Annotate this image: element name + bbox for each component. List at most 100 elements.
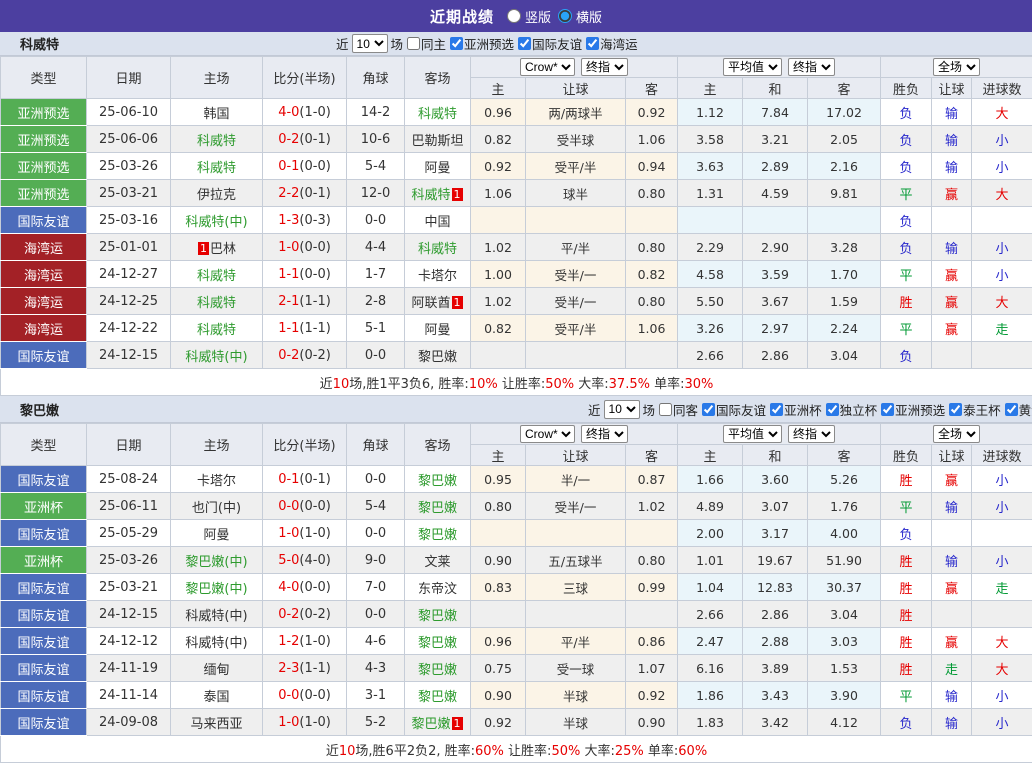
- handicap-line: 受平/半: [526, 153, 626, 180]
- competition-checkbox[interactable]: [770, 403, 783, 416]
- corner-cell: 5-4: [347, 493, 405, 520]
- horizontal-layout-radio[interactable]: [558, 9, 572, 23]
- handicap-home-odds: 0.90: [471, 547, 526, 574]
- competition-filter[interactable]: 泰王杯: [945, 400, 1001, 419]
- home-team-cell: 卡塔尔: [171, 466, 263, 493]
- final-index-select-2[interactable]: 终指: [788, 58, 835, 76]
- bookmaker-select[interactable]: Crow*: [520, 425, 575, 443]
- vertical-layout-radio[interactable]: [507, 9, 521, 23]
- summary-text: 近10场,胜6平2负2, 胜率:60% 让胜率:50% 大率:25% 单率:60…: [1, 736, 1032, 763]
- bookmaker-select[interactable]: Crow*: [520, 58, 575, 76]
- away-team-cell: 黎巴嫩: [405, 493, 471, 520]
- competition-filter[interactable]: 国际友谊: [698, 400, 766, 419]
- fulltime-score: 4-0: [278, 580, 299, 595]
- handicap-home-odds: 0.92: [471, 153, 526, 180]
- summary-stat-label: 大率:: [574, 377, 609, 392]
- sub-header-3: 主: [678, 78, 743, 99]
- layout-option-vertical[interactable]: 竖版: [507, 7, 551, 26]
- avg-draw-odds: 3.07: [743, 493, 808, 520]
- handicap-result-cell: [932, 601, 972, 628]
- competition-filter[interactable]: 黄金杯: [1001, 400, 1032, 419]
- competition-filter[interactable]: 亚洲杯: [766, 400, 822, 419]
- halftime-score: (0-2): [299, 348, 330, 363]
- same-venue-checkbox[interactable]: [659, 403, 672, 416]
- type-badge: 国际友谊: [1, 628, 87, 655]
- competition-checkbox[interactable]: [1005, 403, 1018, 416]
- team-label: 卡塔尔: [197, 474, 236, 489]
- avg-draw-odds: 3.17: [743, 520, 808, 547]
- competition-checkbox[interactable]: [702, 403, 715, 416]
- same-venue-checkbox[interactable]: [407, 37, 420, 50]
- avg-draw-odds: 2.89: [743, 153, 808, 180]
- avg-home-odds: 3.58: [678, 126, 743, 153]
- handicap-away-odds: [626, 207, 678, 234]
- full-match-select[interactable]: 全场: [933, 58, 980, 76]
- handicap-line: 受半/一: [526, 493, 626, 520]
- fulltime-score: 2-3: [278, 661, 299, 676]
- halftime-score: (0-0): [299, 267, 330, 282]
- away-team-cell: 黎巴嫩: [405, 628, 471, 655]
- col-header-3: 比分(半场): [263, 57, 347, 99]
- final-index-select[interactable]: 终指: [581, 425, 628, 443]
- team-label: 科威特(中): [185, 609, 247, 624]
- table-row: 海湾运24-12-22科威特1-1(1-1)5-1阿曼0.82受平/半1.063…: [1, 315, 1032, 342]
- handicap-line: [526, 601, 626, 628]
- handicap-away-odds: 1.02: [626, 493, 678, 520]
- competition-checkbox[interactable]: [586, 37, 599, 50]
- competition-filter[interactable]: 独立杯: [822, 400, 878, 419]
- same-away-filter[interactable]: 同客: [655, 400, 698, 419]
- competition-checkbox[interactable]: [949, 403, 962, 416]
- final-index-select[interactable]: 终指: [581, 58, 628, 76]
- col-header-5: 客场: [405, 57, 471, 99]
- halftime-score: (0-0): [299, 159, 330, 174]
- competition-filter[interactable]: 国际友谊: [514, 34, 582, 53]
- col-header-5: 客场: [405, 424, 471, 466]
- goals-result-cell: 小: [972, 682, 1032, 709]
- corner-cell: 5-2: [347, 709, 405, 736]
- competition-checkbox[interactable]: [450, 37, 463, 50]
- goals-result-cell: 小: [972, 126, 1032, 153]
- date-cell: 24-12-12: [87, 628, 171, 655]
- halftime-score: (1-0): [299, 105, 330, 120]
- competition-checkbox[interactable]: [881, 403, 894, 416]
- red-card-badge: 1: [452, 296, 463, 309]
- result-cell: 平: [881, 315, 932, 342]
- summary-stat-label: 大率:: [580, 744, 615, 759]
- goals-result-cell: 小: [972, 261, 1032, 288]
- fulltime-score: 1-2: [278, 634, 299, 649]
- avg-draw-odds: 2.88: [743, 628, 808, 655]
- recent-count-select[interactable]: 10: [604, 400, 640, 419]
- layout-option-horizontal[interactable]: 横版: [558, 7, 602, 26]
- table-row: 国际友谊25-03-21黎巴嫩(中)4-0(0-0)7-0东帝汶0.83三球0.…: [1, 574, 1032, 601]
- average-select[interactable]: 平均值: [723, 58, 782, 76]
- sub-header-2: 客: [626, 445, 678, 466]
- competition-label: 泰王杯: [963, 400, 1001, 419]
- final-index-select-2[interactable]: 终指: [788, 425, 835, 443]
- halftime-score: (1-0): [299, 526, 330, 541]
- full-match-select[interactable]: 全场: [933, 425, 980, 443]
- type-badge: 海湾运: [1, 261, 87, 288]
- handicap-result-cell: [932, 520, 972, 547]
- competition-checkbox[interactable]: [518, 37, 531, 50]
- handicap-away-odds: 0.94: [626, 153, 678, 180]
- competition-filter[interactable]: 亚洲预选: [446, 34, 514, 53]
- competition-label: 国际友谊: [716, 400, 766, 419]
- avg-draw-odds: 2.86: [743, 342, 808, 369]
- team-label: 科威特: [418, 242, 457, 257]
- table-row: 国际友谊24-12-15科威特(中)0-2(0-2)0-0黎巴嫩2.662.86…: [1, 601, 1032, 628]
- fulltime-header: 全场: [881, 424, 1032, 445]
- team-label: 黎巴嫩: [418, 528, 457, 543]
- table-row: 海湾运24-12-27科威特1-1(0-0)1-7卡塔尔1.00受半/一0.82…: [1, 261, 1032, 288]
- away-team-cell: 黎巴嫩: [405, 466, 471, 493]
- average-select[interactable]: 平均值: [723, 425, 782, 443]
- page-title: 近期战绩: [430, 6, 494, 27]
- same-home-filter[interactable]: 同主: [403, 34, 446, 53]
- recent-count-select[interactable]: 10: [352, 34, 388, 53]
- competition-filter[interactable]: 亚洲预选: [877, 400, 945, 419]
- sub-header-1: 让球: [526, 445, 626, 466]
- away-team-cell: 科威特: [405, 99, 471, 126]
- competition-checkbox[interactable]: [826, 403, 839, 416]
- team-label: 科威特(中): [185, 636, 247, 651]
- team-label: 韩国: [203, 107, 229, 122]
- competition-filter[interactable]: 海湾运: [582, 34, 638, 53]
